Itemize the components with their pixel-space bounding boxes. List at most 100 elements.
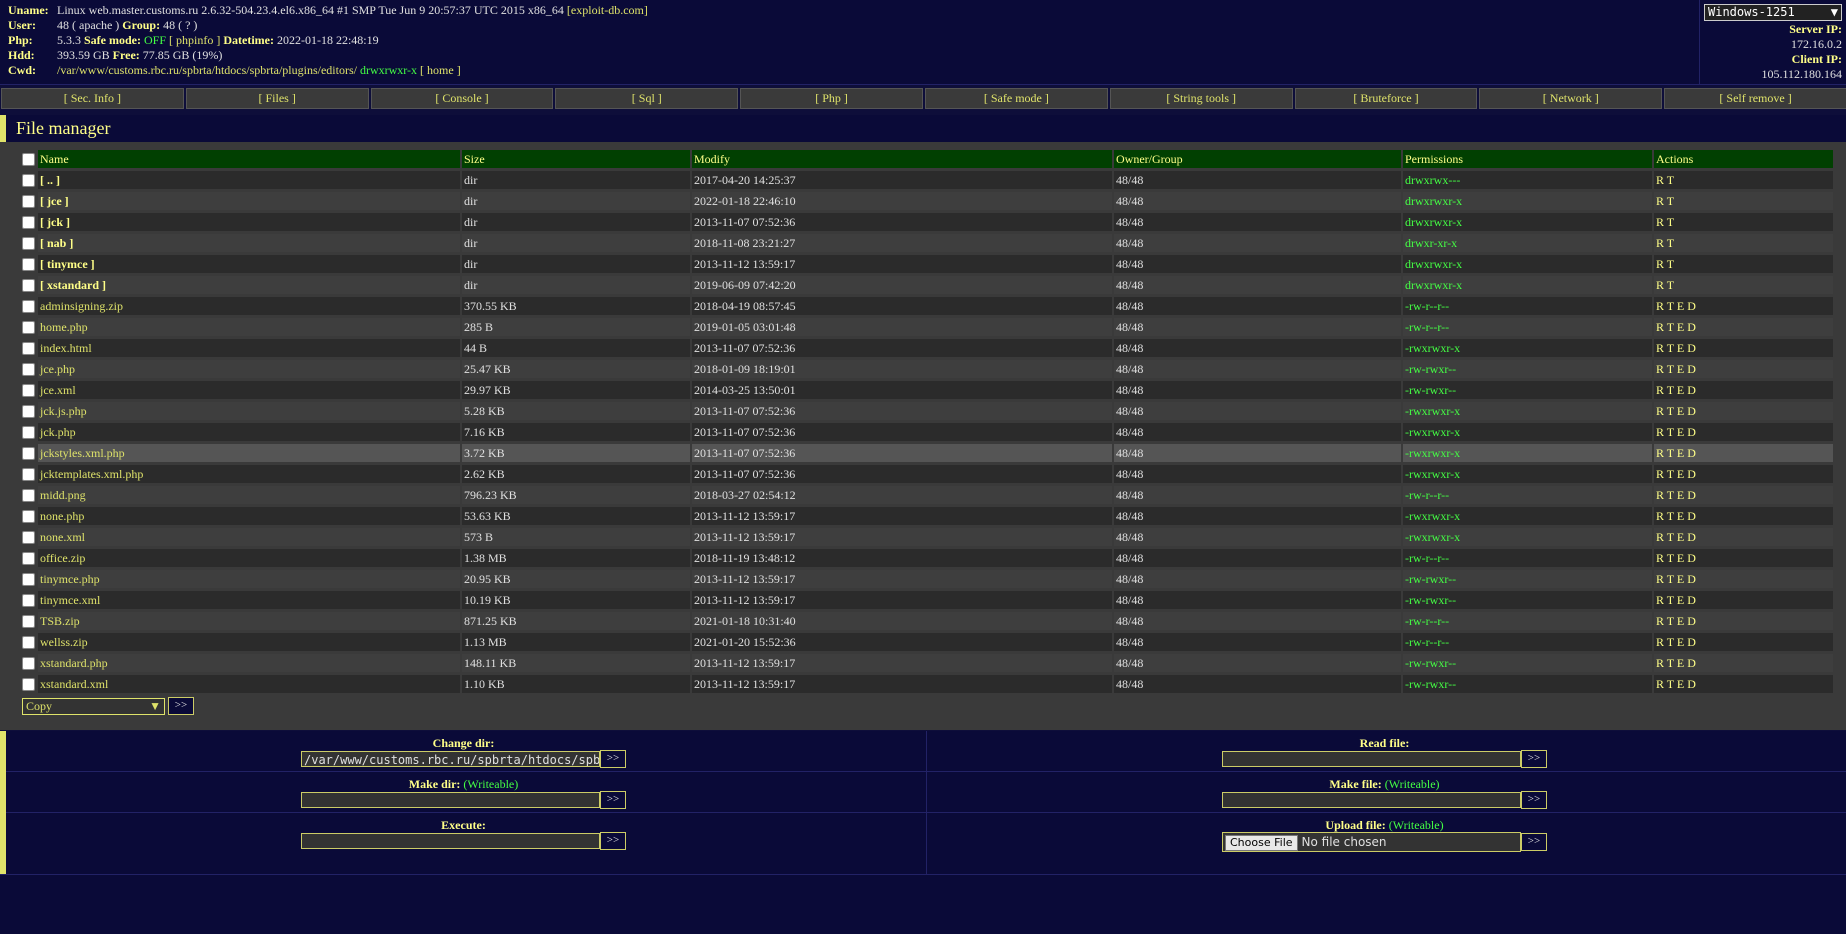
home-link[interactable]: [ home ]: [420, 63, 461, 77]
file-name-link[interactable]: [ jck ]: [40, 215, 70, 229]
file-actions[interactable]: R T: [1654, 276, 1833, 297]
file-actions[interactable]: R T E D: [1654, 612, 1833, 633]
row-checkbox[interactable]: [22, 552, 35, 566]
make-file-go-button[interactable]: >>: [1521, 791, 1547, 809]
make-dir-input[interactable]: [301, 792, 600, 808]
file-permissions[interactable]: -rwxrwxr-x: [1403, 339, 1652, 360]
file-name-link[interactable]: tinymce.xml: [40, 593, 100, 607]
row-checkbox[interactable]: [22, 531, 35, 545]
upload-go-button[interactable]: >>: [1521, 833, 1547, 851]
file-permissions[interactable]: -rw-r--r--: [1403, 297, 1652, 318]
file-permissions[interactable]: -rwxrwxr-x: [1403, 402, 1652, 423]
menu-sql[interactable]: [ Sql ]: [555, 88, 739, 109]
file-name-link[interactable]: jcktemplates.xml.php: [40, 467, 143, 481]
file-permissions[interactable]: -rw-rwxr--: [1403, 360, 1652, 381]
charset-select[interactable]: Windows-1251 ▼: [1704, 4, 1842, 21]
file-name-link[interactable]: wellss.zip: [40, 635, 88, 649]
file-permissions[interactable]: -rwxrwxr-x: [1403, 465, 1652, 486]
file-actions[interactable]: R T E D: [1654, 633, 1833, 654]
file-permissions[interactable]: -rwxrwxr-x: [1403, 444, 1652, 465]
col-name[interactable]: Name: [38, 150, 460, 171]
read-file-input[interactable]: [1222, 751, 1521, 767]
row-checkbox[interactable]: [22, 342, 35, 356]
file-permissions[interactable]: -rw-rwxr--: [1403, 570, 1652, 591]
file-permissions[interactable]: drwxrwxr-x: [1403, 213, 1652, 234]
row-checkbox[interactable]: [22, 573, 35, 587]
row-checkbox[interactable]: [22, 258, 35, 272]
file-name-link[interactable]: jck.php: [40, 425, 76, 439]
file-actions[interactable]: R T: [1654, 192, 1833, 213]
row-checkbox[interactable]: [22, 678, 35, 692]
file-name-link[interactable]: [ tinymce ]: [40, 257, 95, 271]
file-permissions[interactable]: -rw-rwxr--: [1403, 675, 1652, 696]
row-checkbox[interactable]: [22, 300, 35, 314]
read-file-go-button[interactable]: >>: [1521, 750, 1547, 768]
row-checkbox[interactable]: [22, 279, 35, 293]
menu-php[interactable]: [ Php ]: [740, 88, 923, 109]
exploit-db-link[interactable]: [exploit-db.com]: [567, 3, 648, 17]
file-name-link[interactable]: midd.png: [40, 488, 86, 502]
menu-sec-info[interactable]: [ Sec. Info ]: [1, 88, 184, 109]
row-checkbox[interactable]: [22, 216, 35, 230]
file-actions[interactable]: R T: [1654, 171, 1833, 192]
execute-go-button[interactable]: >>: [600, 832, 626, 850]
bulk-action-go-button[interactable]: >>: [168, 697, 194, 715]
file-actions[interactable]: R T E D: [1654, 549, 1833, 570]
change-dir-input[interactable]: /var/www/customs.rbc.ru/spbrta/htdocs/sp…: [301, 751, 600, 767]
file-actions[interactable]: R T E D: [1654, 570, 1833, 591]
file-name-link[interactable]: jck.js.php: [40, 404, 87, 418]
file-name-link[interactable]: [ nab ]: [40, 236, 73, 250]
change-dir-go-button[interactable]: >>: [600, 750, 626, 768]
file-name-link[interactable]: xstandard.php: [40, 656, 108, 670]
bulk-action-select[interactable]: Copy ▼: [22, 697, 165, 715]
file-actions[interactable]: R T E D: [1654, 381, 1833, 402]
file-name-link[interactable]: none.php: [40, 509, 84, 523]
file-name-link[interactable]: home.php: [40, 320, 88, 334]
file-name-link[interactable]: [ xstandard ]: [40, 278, 106, 292]
row-checkbox[interactable]: [22, 510, 35, 524]
row-checkbox[interactable]: [22, 489, 35, 503]
menu-bruteforce[interactable]: [ Bruteforce ]: [1294, 88, 1478, 109]
menu-safe-mode[interactable]: [ Safe mode ]: [924, 88, 1108, 109]
file-actions[interactable]: R T: [1654, 213, 1833, 234]
row-checkbox[interactable]: [22, 447, 35, 461]
file-actions[interactable]: R T E D: [1654, 591, 1833, 612]
menu-network[interactable]: [ Network ]: [1479, 88, 1663, 109]
file-permissions[interactable]: -rwxrwxr-x: [1403, 507, 1652, 528]
file-permissions[interactable]: -rwxrwxr-x: [1403, 528, 1652, 549]
file-permissions[interactable]: drwxrwxr-x: [1403, 255, 1652, 276]
file-name-link[interactable]: tinymce.php: [40, 572, 100, 586]
file-permissions[interactable]: -rw-rwxr--: [1403, 381, 1652, 402]
file-actions[interactable]: R T E D: [1654, 297, 1833, 318]
col-owner[interactable]: Owner/Group: [1114, 150, 1401, 171]
file-name-link[interactable]: jce.php: [40, 362, 75, 376]
choose-file-button[interactable]: Choose File: [1225, 835, 1298, 851]
file-name-link[interactable]: adminsigning.zip: [40, 299, 123, 313]
file-actions[interactable]: R T E D: [1654, 465, 1833, 486]
row-checkbox[interactable]: [22, 594, 35, 608]
select-all-checkbox[interactable]: [22, 153, 35, 167]
make-file-input[interactable]: [1222, 792, 1521, 808]
file-name-link[interactable]: index.html: [40, 341, 92, 355]
file-actions[interactable]: R T E D: [1654, 486, 1833, 507]
file-actions[interactable]: R T E D: [1654, 402, 1833, 423]
menu-self-remove[interactable]: [ Self remove ]: [1664, 88, 1846, 109]
file-actions[interactable]: R T E D: [1654, 528, 1833, 549]
file-permissions[interactable]: -rw-r--r--: [1403, 612, 1652, 633]
file-actions[interactable]: R T E D: [1654, 318, 1833, 339]
file-permissions[interactable]: -rw-rwxr--: [1403, 591, 1652, 612]
file-actions[interactable]: R T E D: [1654, 507, 1833, 528]
file-name-link[interactable]: office.zip: [40, 551, 85, 565]
row-checkbox[interactable]: [22, 363, 35, 377]
file-permissions[interactable]: -rw-r--r--: [1403, 486, 1652, 507]
row-checkbox[interactable]: [22, 657, 35, 671]
file-name-link[interactable]: none.xml: [40, 530, 85, 544]
file-permissions[interactable]: -rw-r--r--: [1403, 549, 1652, 570]
menu-console[interactable]: [ Console ]: [370, 88, 554, 109]
file-permissions[interactable]: drwxrwxr-x: [1403, 192, 1652, 213]
file-name-link[interactable]: xstandard.xml: [40, 677, 108, 691]
file-name-link[interactable]: [ jce ]: [40, 194, 69, 208]
row-checkbox[interactable]: [22, 321, 35, 335]
file-actions[interactable]: R T: [1654, 255, 1833, 276]
row-checkbox[interactable]: [22, 405, 35, 419]
